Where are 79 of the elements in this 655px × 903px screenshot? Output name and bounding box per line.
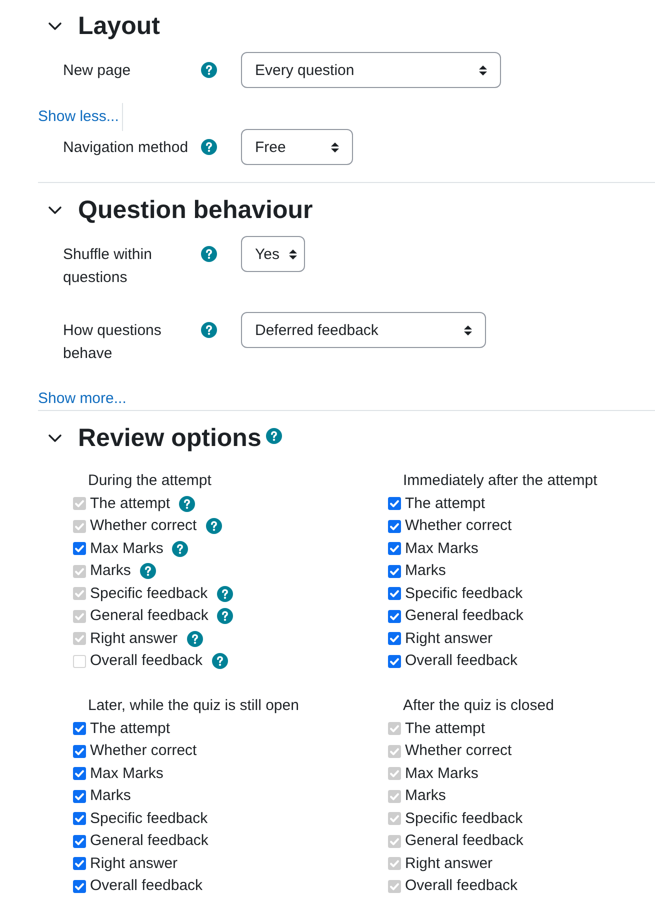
checkbox-label: Whether correct	[90, 516, 197, 536]
checkbox-label: The attempt	[405, 494, 486, 514]
checkbox[interactable]	[388, 654, 401, 668]
help-icon[interactable]	[201, 139, 217, 155]
checkbox-label: Marks	[90, 561, 131, 581]
checkbox-label: Overall feedback	[405, 651, 518, 671]
checkbox-label: Specific feedback	[90, 808, 208, 828]
dropdown-select[interactable]: Free	[241, 129, 353, 165]
checkbox[interactable]	[73, 857, 86, 870]
chevron-icon[interactable]	[48, 434, 62, 442]
checkbox-label: Whether correct	[405, 516, 512, 536]
checkbox-label: Right answer	[405, 854, 493, 874]
dropdown-select[interactable]: Every question	[241, 52, 501, 88]
group-title: During the attempt	[88, 471, 212, 491]
checkbox-label: Overall feedback	[90, 876, 203, 896]
checkbox-label: The attempt	[90, 718, 170, 738]
checkbox-label: Marks	[90, 786, 131, 806]
checkbox-label: Right answer	[90, 854, 178, 874]
checkbox-label: The attempt	[405, 718, 486, 738]
up-down-caret-icon	[289, 248, 298, 260]
checkbox[interactable]	[73, 767, 86, 780]
checkbox[interactable]	[388, 542, 401, 556]
help-icon[interactable]	[266, 428, 282, 444]
checkbox-label: General feedback	[90, 606, 208, 626]
checkbox-label: Max Marks	[405, 764, 478, 784]
section-heading[interactable]: Review options	[78, 420, 262, 456]
checkbox-label: Right answer	[405, 628, 493, 648]
group-title: Later, while the quiz is still open	[88, 696, 299, 716]
dropdown-select[interactable]: Deferred feedback	[241, 312, 486, 348]
checkbox-label: Max Marks	[405, 538, 478, 558]
up-down-caret-icon	[331, 142, 339, 152]
checkbox[interactable]	[73, 790, 86, 803]
section-heading[interactable]: Layout	[78, 8, 160, 44]
checkbox[interactable]	[73, 880, 86, 893]
checkbox[interactable]	[73, 812, 86, 826]
text-link[interactable]: Show less...	[38, 106, 119, 128]
field-label: Shuffle within questions	[63, 245, 153, 288]
chevron-icon[interactable]	[48, 206, 62, 214]
group-title: After the quiz is closed	[403, 696, 554, 716]
checkbox-label: Specific feedback	[405, 808, 523, 828]
checkbox[interactable]	[388, 587, 401, 600]
field-label: How questions behave	[63, 321, 162, 364]
checkbox[interactable]	[388, 497, 401, 510]
checkbox-label: Overall feedback	[90, 651, 203, 671]
checkbox[interactable]	[73, 722, 86, 736]
checkbox-label: Specific feedback	[90, 584, 208, 604]
checkbox-label: Max Marks	[90, 538, 164, 558]
field-label: New page	[63, 61, 132, 81]
checkbox-label: Specific feedback	[405, 584, 523, 604]
dropdown-select[interactable]: Yes	[241, 236, 305, 272]
checkbox-label: Whether correct	[405, 741, 512, 761]
checkbox-label: General feedback	[90, 831, 208, 851]
checkbox-label: General feedback	[405, 831, 524, 851]
text-link[interactable]: Show more...	[38, 388, 126, 410]
checkbox[interactable]	[73, 744, 86, 758]
checkbox-label: Marks	[405, 786, 446, 806]
checkbox-label: The attempt	[90, 494, 170, 514]
checkbox[interactable]	[388, 610, 401, 623]
checkbox-label: Overall feedback	[405, 876, 518, 896]
up-down-caret-icon	[479, 64, 487, 76]
up-down-caret-icon	[464, 324, 472, 336]
checkbox-label: Whether correct	[90, 741, 197, 761]
chevron-icon[interactable]	[48, 22, 62, 30]
checkbox[interactable]	[73, 542, 86, 556]
help-icon[interactable]	[172, 540, 188, 557]
section-heading[interactable]: Question behaviour	[78, 192, 313, 228]
field-label: Navigation method	[63, 138, 190, 158]
checkbox[interactable]	[73, 834, 86, 848]
checkbox[interactable]	[388, 632, 401, 646]
help-icon[interactable]	[201, 322, 217, 338]
help-icon[interactable]	[201, 246, 217, 262]
help-icon[interactable]	[201, 62, 217, 78]
checkbox-label: Marks	[405, 561, 446, 581]
checkbox[interactable]	[388, 520, 401, 533]
group-title: Immediately after the attempt	[403, 471, 598, 491]
checkbox[interactable]	[388, 564, 401, 578]
checkbox-label: Right answer	[90, 628, 178, 648]
checkbox-label: Max Marks	[90, 764, 164, 784]
checkbox-label: General feedback	[405, 606, 524, 626]
